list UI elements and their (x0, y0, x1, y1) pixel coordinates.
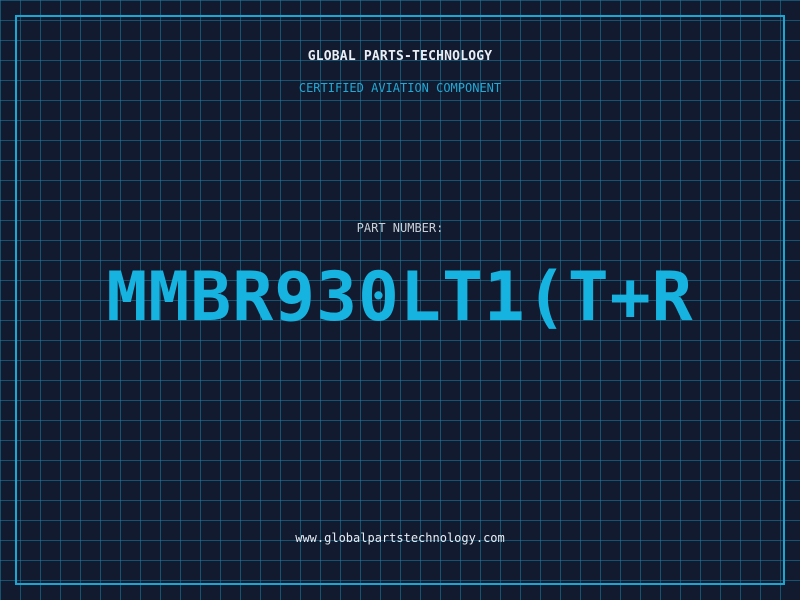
company-name: GLOBAL PARTS-TECHNOLOGY (307, 49, 493, 64)
certification-subtitle: CERTIFIED AVIATION COMPONENT (298, 81, 502, 95)
part-number-label: PART NUMBER: (356, 221, 444, 235)
part-number-value: MMBR930LT1(T+R (106, 258, 694, 337)
website-url: www.globalpartstechnology.com (295, 531, 505, 545)
certificate-card: GLOBAL PARTS-TECHNOLOGY CERTIFIED AVIATI… (0, 0, 800, 600)
